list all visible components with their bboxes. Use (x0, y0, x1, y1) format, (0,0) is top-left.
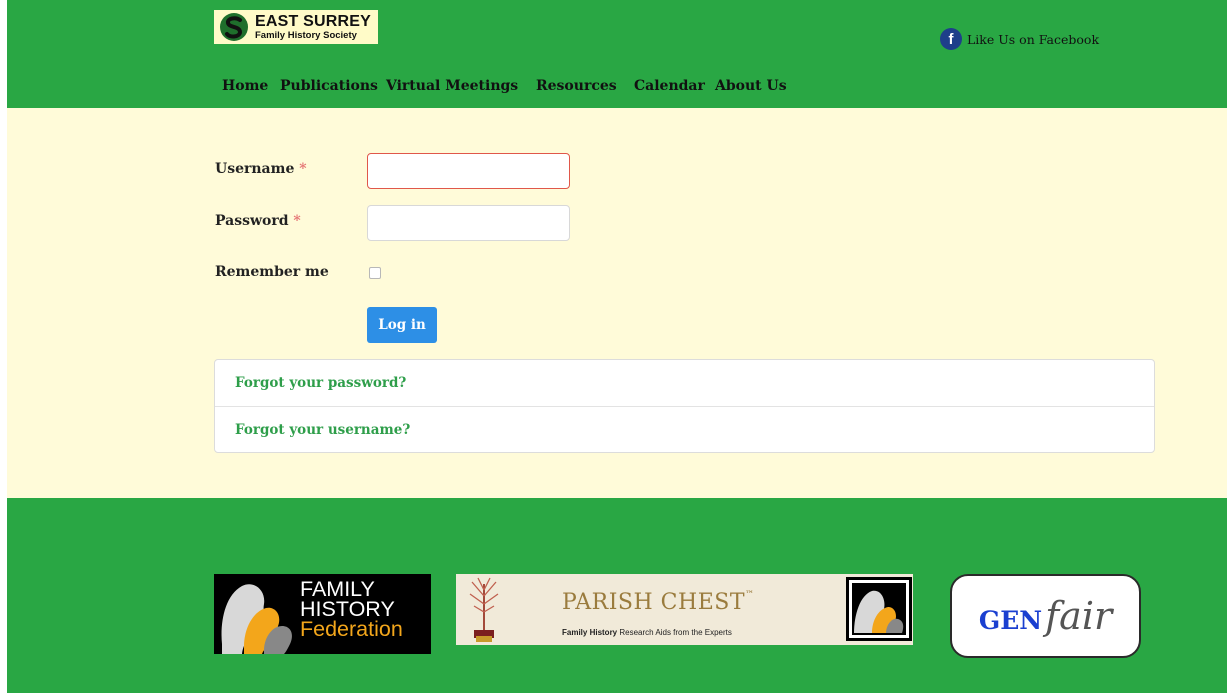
parish-chest-title: PARISH CHEST™ (562, 590, 755, 615)
genfair-text: GEN fair (979, 594, 1112, 638)
site-footer: FAMILY HISTORY Federation PARISH CHEST™ … (7, 498, 1227, 693)
fhf-line3: Federation (300, 617, 403, 641)
family-history-federation-logo[interactable]: FAMILY HISTORY Federation (214, 574, 431, 654)
password-label: Password * (215, 213, 301, 229)
username-label-text: Username (215, 161, 295, 177)
nav-publications[interactable]: Publications (280, 78, 378, 94)
login-section: Username * Password * Remember me Log in… (7, 108, 1227, 498)
logo-subtitle: Family History Society (255, 29, 357, 41)
parish-chest-title-text: PARISH CHEST (562, 590, 745, 615)
login-button[interactable]: Log in (367, 307, 437, 343)
password-label-text: Password (215, 213, 289, 229)
forgot-password-link[interactable]: Forgot your password? (215, 360, 1154, 406)
fhf-line1: FAMILY (300, 577, 375, 601)
nav-resources[interactable]: Resources (536, 78, 617, 94)
s-monogram-icon (219, 12, 249, 42)
remember-me-label: Remember me (215, 264, 329, 280)
silhouettes-icon (221, 584, 292, 654)
logo-title: EAST SURREY (255, 12, 371, 30)
required-marker: * (293, 213, 301, 229)
forgot-username-link[interactable]: Forgot your username? (215, 406, 1154, 452)
password-input[interactable] (367, 205, 570, 241)
required-marker: * (299, 161, 307, 177)
tagline-rest: Research Aids from the Experts (617, 628, 732, 637)
username-input[interactable] (367, 153, 570, 189)
facebook-link[interactable]: f Like Us on Facebook (940, 28, 1099, 50)
nav-about-us[interactable]: About Us (715, 78, 787, 94)
parish-chest-tagline: Family History Research Aids from the Ex… (562, 628, 732, 637)
tree-icon (469, 577, 499, 642)
site-header: EAST SURREY Family History Society f Lik… (7, 0, 1227, 108)
nav-virtual-meetings[interactable]: Virtual Meetings (386, 78, 518, 94)
remember-me-checkbox[interactable] (369, 267, 381, 279)
fhf-text: FAMILY HISTORY Federation (300, 577, 403, 641)
genfair-fair: fair (1045, 594, 1113, 638)
nav-calendar[interactable]: Calendar (634, 78, 705, 94)
parish-chest-banner[interactable]: PARISH CHEST™ Family History Research Ai… (456, 574, 913, 645)
nav-home[interactable]: Home (222, 78, 268, 94)
logo-text: EAST SURREY Family History Society (255, 12, 371, 41)
fhf-line2: HISTORY (300, 597, 395, 621)
facebook-label: Like Us on Facebook (967, 31, 1100, 47)
page: EAST SURREY Family History Society f Lik… (7, 0, 1227, 693)
trademark-mark: ™ (745, 590, 755, 600)
fhf-badge-icon (846, 577, 912, 641)
site-logo[interactable]: EAST SURREY Family History Society (214, 10, 378, 44)
username-label: Username * (215, 161, 307, 177)
genfair-gen: GEN (978, 606, 1043, 635)
genfair-logo[interactable]: GEN fair (950, 574, 1141, 658)
facebook-icon: f (940, 28, 962, 50)
tagline-bold: Family History (562, 628, 618, 637)
help-links-list: Forgot your password? Forgot your userna… (214, 359, 1155, 453)
